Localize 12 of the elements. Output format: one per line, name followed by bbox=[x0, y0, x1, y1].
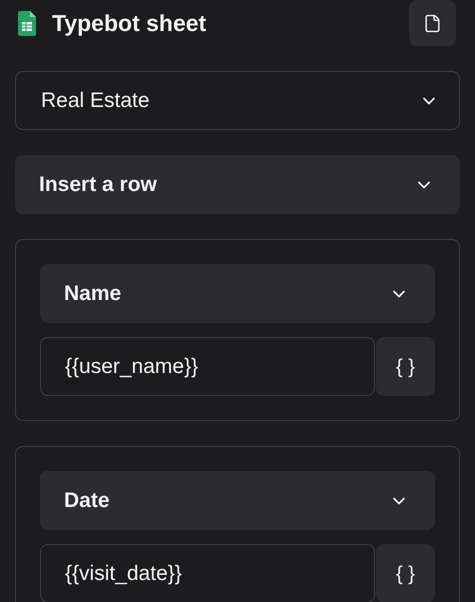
panel-title: Typebot sheet bbox=[52, 8, 206, 38]
spreadsheet-icon bbox=[18, 10, 36, 36]
variable-button[interactable]: { } bbox=[376, 544, 435, 602]
column-dropdown[interactable]: Name bbox=[40, 264, 435, 323]
column-dropdown[interactable]: Date bbox=[40, 471, 435, 530]
document-button[interactable] bbox=[409, 0, 456, 46]
sheet-dropdown[interactable]: Real Estate bbox=[15, 71, 460, 130]
value-field[interactable]: {{user_name}} bbox=[40, 337, 375, 396]
action-dropdown[interactable]: Insert a row bbox=[15, 155, 460, 214]
variable-button[interactable]: { } bbox=[376, 337, 435, 396]
value-field[interactable]: {{visit_date}} bbox=[40, 544, 375, 602]
document-icon bbox=[423, 14, 442, 32]
